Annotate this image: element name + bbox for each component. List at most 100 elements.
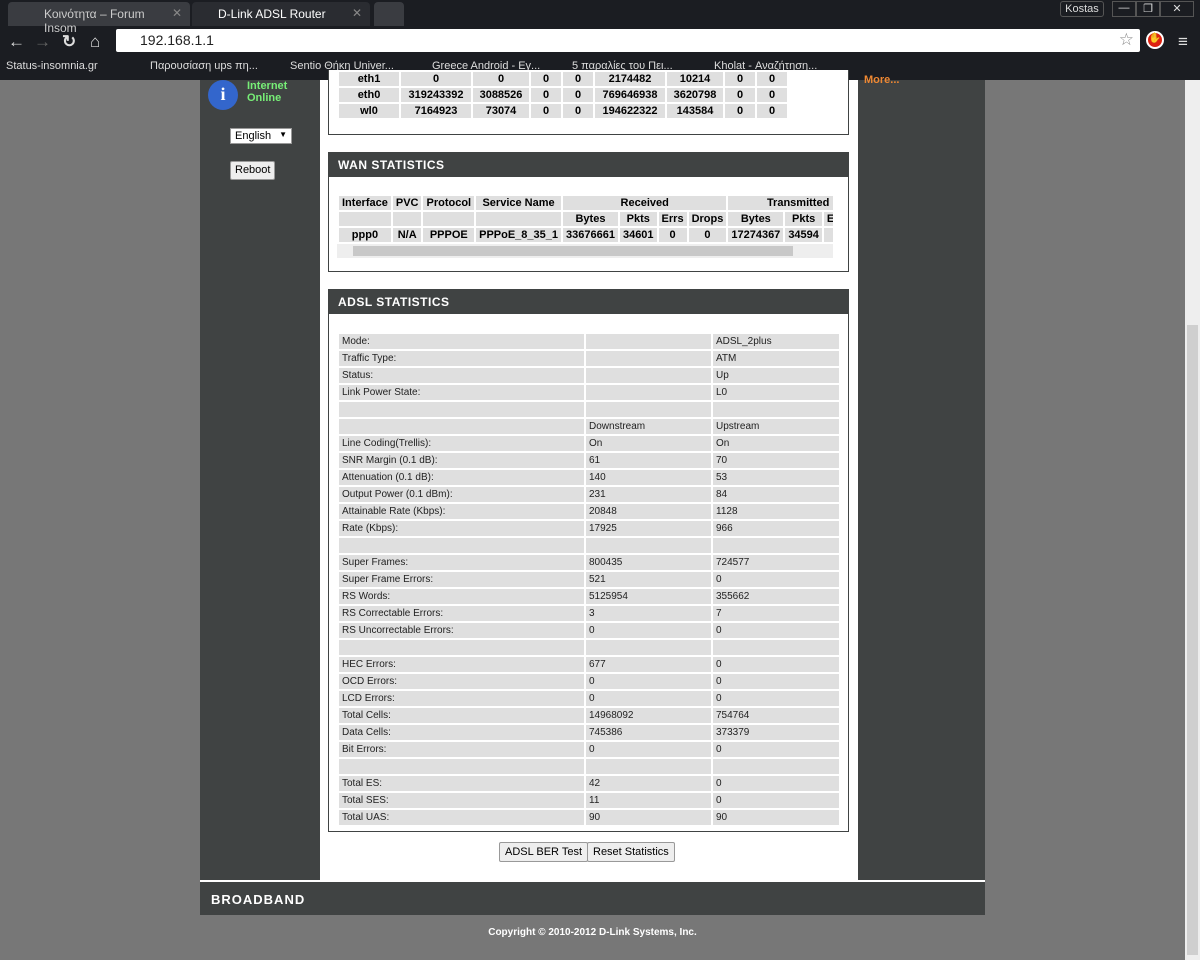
stat-label: LCD Errors: (339, 691, 584, 706)
stat-spacer (586, 351, 711, 366)
upstream-value: 0 (713, 742, 839, 757)
table-cell: 0 (725, 72, 755, 86)
bookmark[interactable]: Status-insomnia.gr (6, 60, 98, 72)
reload-icon[interactable]: ↻ (62, 32, 76, 52)
upstream-value: 966 (713, 521, 839, 536)
menu-icon[interactable]: ≡ (1178, 32, 1188, 52)
col-subheader: Bytes (728, 212, 784, 226)
table-cell: 769646938 (595, 88, 665, 102)
horizontal-scrollbar[interactable] (337, 244, 833, 258)
downstream-value: 231 (586, 487, 711, 502)
upstream-value (713, 759, 839, 774)
new-tab-button[interactable] (374, 2, 404, 26)
table-cell: N/A (392, 228, 422, 242)
table-cell: eth1 (339, 72, 399, 86)
table-cell: 0 (823, 228, 833, 242)
stat-label: Output Power (0.1 dBm): (339, 487, 584, 502)
table-cell: 0 (725, 104, 755, 118)
stat-label: HEC Errors: (339, 657, 584, 672)
upstream-value: 0 (713, 623, 839, 638)
col-subheader: Errs (658, 212, 687, 226)
stat-label: Rate (Kbps): (339, 521, 584, 536)
stat-spacer (586, 368, 711, 383)
close-window-button[interactable]: ✕ (1160, 1, 1194, 17)
stat-spacer (586, 402, 711, 417)
stat-row (339, 640, 839, 655)
tab-router[interactable]: D-Link ADSL Router ✕ (192, 2, 370, 26)
scrollbar-thumb[interactable] (1187, 325, 1198, 955)
stat-row: SNR Margin (0.1 dB): 61 70 (339, 453, 839, 468)
upstream-value: 0 (713, 691, 839, 706)
upstream-value: 7 (713, 606, 839, 621)
col-header: Service Name (476, 196, 561, 210)
language-select[interactable]: English ▼ (230, 128, 292, 144)
col-subheader: Drops (688, 212, 727, 226)
forward-icon[interactable]: → (34, 32, 51, 52)
downstream-value: 5125954 (586, 589, 711, 604)
upstream-value (713, 640, 839, 655)
stat-spacer (586, 385, 711, 400)
downstream-value: 800435 (586, 555, 711, 570)
stat-label: Line Coding(Trellis): (339, 436, 584, 451)
upstream-value: 754764 (713, 708, 839, 723)
table-cell: 0 (757, 104, 787, 118)
close-tab-icon[interactable]: ✕ (352, 6, 362, 20)
reset-statistics-button[interactable]: Reset Statistics (587, 842, 675, 862)
stat-label: Super Frames: (339, 555, 584, 570)
downstream-value: 677 (586, 657, 711, 672)
table-cell: 73074 (473, 104, 529, 118)
stat-row: RS Uncorrectable Errors: 0 0 (339, 623, 839, 638)
restore-button[interactable]: ❐ (1136, 1, 1160, 17)
bookmark-star-icon[interactable]: ☆ (1119, 30, 1134, 50)
upstream-value: 53 (713, 470, 839, 485)
table-cell: 3088526 (473, 88, 529, 102)
stat-value (713, 402, 839, 417)
footer-bar: BROADBAND (200, 880, 985, 915)
downstream-value: 140 (586, 470, 711, 485)
wan-statistics: WAN STATISTICS Interface PVC Protocol Servi… (328, 152, 849, 272)
more-link[interactable]: More... (864, 74, 899, 86)
table-cell: PPPoE_8_35_1 (476, 228, 561, 242)
col-header: Interface (339, 196, 391, 210)
downstream-value: 0 (586, 674, 711, 689)
downstream-value: 14968092 (586, 708, 711, 723)
stat-value: Up (713, 368, 839, 383)
bookmark[interactable]: Παρουσίαση ups πη... (150, 60, 258, 72)
downstream-value: 0 (586, 691, 711, 706)
stat-row: Super Frames: 800435 724577 (339, 555, 839, 570)
table-cell: 17274367 (728, 228, 784, 242)
col-header: Received (563, 196, 727, 210)
stat-value: L0 (713, 385, 839, 400)
table-cell: 0 (563, 104, 593, 118)
stat-row: Line Coding(Trellis): On On (339, 436, 839, 451)
downstream-value: 745386 (586, 725, 711, 740)
reboot-button[interactable]: Reboot (230, 161, 276, 180)
stat-row: Attenuation (0.1 dB): 140 53 (339, 470, 839, 485)
back-icon[interactable]: ← (8, 32, 25, 52)
tab-forum[interactable]: Κοινότητα – Forum Insom ✕ (8, 2, 190, 35)
stat-label: Mode: (339, 334, 584, 349)
copyright: Copyright © 2010-2012 D-Link Systems, In… (488, 927, 697, 938)
address-bar[interactable]: 192.168.1.1 ☆ (116, 29, 1140, 52)
close-tab-icon[interactable]: ✕ (172, 6, 182, 20)
downstream-value: 90 (586, 810, 711, 825)
downstream-value: 11 (586, 793, 711, 808)
chevron-down-icon: ▼ (279, 130, 287, 139)
table-cell: 0 (401, 72, 471, 86)
table-cell: 34594 (785, 228, 822, 242)
table-cell: 0 (531, 88, 561, 102)
home-icon[interactable]: ⌂ (90, 32, 100, 52)
stat-label (339, 640, 584, 655)
browser-chrome: Κοινότητα – Forum Insom ✕ D-Link ADSL Rou… (0, 0, 1200, 80)
scrollbar-thumb[interactable] (353, 246, 793, 256)
minimize-button[interactable]: — (1112, 1, 1136, 17)
adsl-ber-test-button[interactable]: ADSL BER Test (499, 842, 589, 862)
stat-label: Traffic Type: (339, 351, 584, 366)
vertical-scrollbar[interactable] (1185, 80, 1200, 960)
stat-row (339, 538, 839, 553)
upstream-value: On (713, 436, 839, 451)
adblock-icon[interactable]: ✋ (1146, 31, 1164, 49)
tab-title: D-Link ADSL Router (218, 7, 326, 21)
profile-button[interactable]: Kostas (1060, 1, 1104, 17)
downstream-value (586, 640, 711, 655)
